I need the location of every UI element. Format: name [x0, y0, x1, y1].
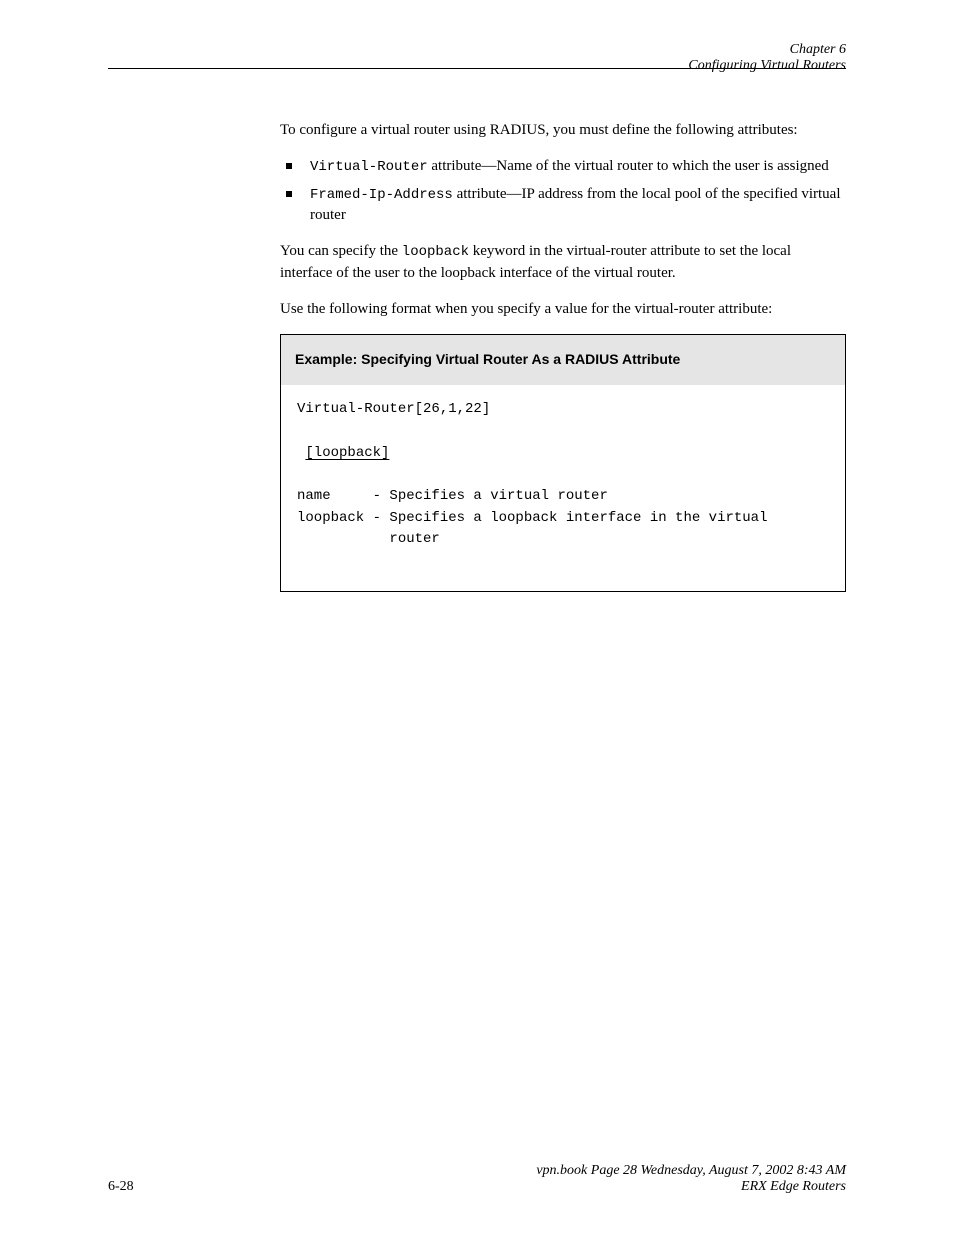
code-line: Virtual-Router[26,1,22]: [297, 399, 829, 421]
intro-paragraph: To configure a virtual router using RADI…: [280, 120, 846, 142]
followup-paragraph-1: You can specify the loopback keyword in …: [280, 241, 846, 285]
text-run: You can specify the: [280, 243, 402, 259]
code-line: name - Specifies a virtual router: [297, 486, 829, 508]
code-line: [297, 421, 829, 443]
example-code: Virtual-Router[26,1,22] [loopback] name …: [281, 385, 845, 591]
code-line: loopback - Specifies a loopback interfac…: [297, 508, 829, 530]
footer-build-line: vpn.book Page 28 Wednesday, August 7, 20…: [536, 1163, 846, 1179]
header-title: Configuring Virtual Routers: [688, 58, 846, 74]
followup-paragraph-2: Use the following format when you specif…: [280, 299, 846, 321]
bullet-code: Virtual-Router: [310, 159, 428, 175]
example-box: Example: Specifying Virtual Router As a …: [280, 334, 846, 592]
body-column: To configure a virtual router using RADI…: [280, 120, 846, 612]
inline-code: loopback: [402, 244, 469, 260]
bullet-item: Virtual-Router attribute—Name of the vir…: [280, 156, 846, 178]
running-header: Chapter 6 Configuring Virtual Routers: [688, 42, 846, 74]
footer-product-line: ERX Edge Routers: [536, 1179, 846, 1195]
code-line: [loopback]: [297, 443, 829, 465]
attribute-bullets: Virtual-Router attribute—Name of the vir…: [280, 156, 846, 227]
code-line: [297, 464, 829, 486]
example-title: Example: Specifying Virtual Router As a …: [281, 335, 845, 385]
bullet-item: Framed-Ip-Address attribute—IP address f…: [280, 184, 846, 228]
page-number: 6-28: [108, 1179, 134, 1195]
code-line: router: [297, 529, 829, 551]
header-chapter: Chapter 6: [688, 42, 846, 58]
bullet-text: attribute—Name of the virtual router to …: [428, 158, 829, 174]
bullet-code: Framed-Ip-Address: [310, 187, 453, 203]
page: Chapter 6 Configuring Virtual Routers To…: [0, 0, 954, 1235]
footer-right: vpn.book Page 28 Wednesday, August 7, 20…: [536, 1163, 846, 1195]
header-rule: [108, 68, 846, 69]
